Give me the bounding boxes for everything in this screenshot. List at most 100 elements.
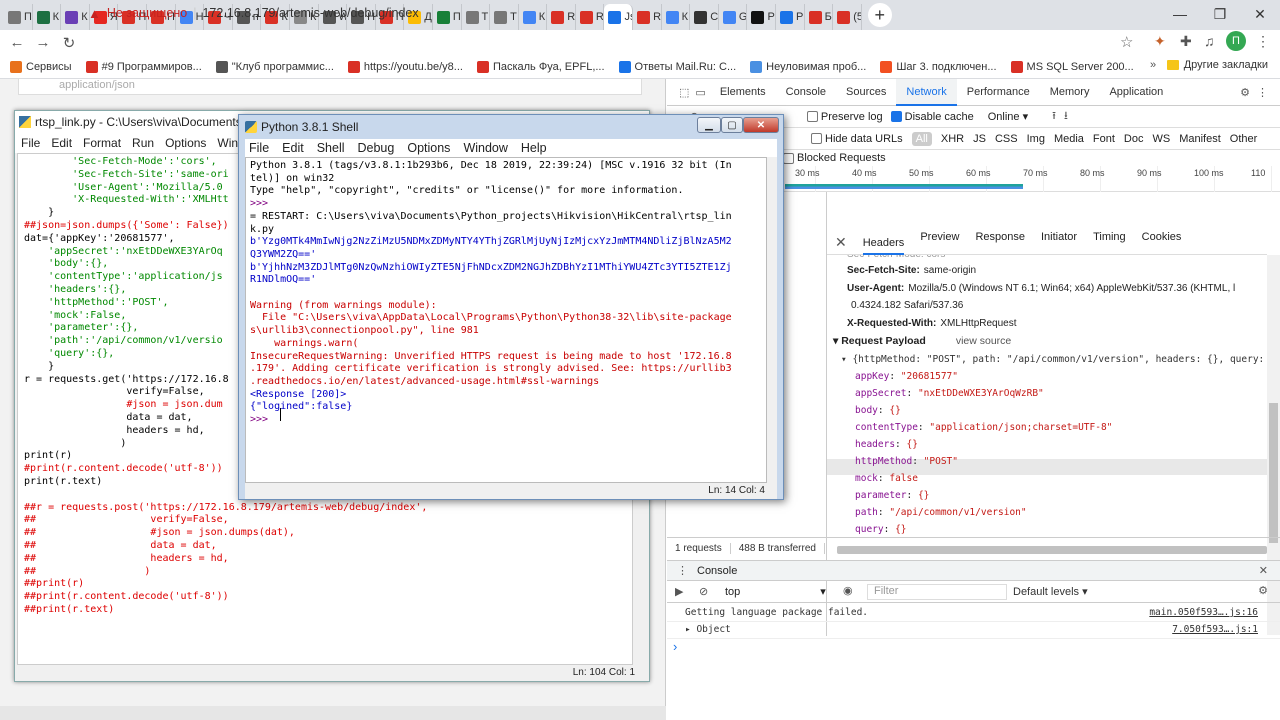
url-text[interactable]: 172.16.8.179/artemis-web/debug/index — [202, 6, 418, 20]
reload-icon[interactable]: ↻ — [56, 34, 82, 52]
device-toolbar-icon[interactable]: ▭ — [695, 86, 705, 99]
extensions-puzzle-icon[interactable]: ✚ — [1180, 33, 1192, 50]
header-row[interactable]: X-Requested-With: XMLHttpRequest — [847, 318, 1017, 329]
payload-row[interactable]: parameter: {} — [855, 490, 929, 501]
drawer-menu-icon[interactable]: ⋮ — [677, 564, 688, 577]
devtools-tab-performance[interactable]: Performance — [957, 79, 1040, 106]
context-select[interactable]: top ▾ — [725, 585, 826, 598]
address-bar[interactable]: ▲ Не защищено | 172.16.8.179/artemis-web… — [88, 2, 1142, 24]
shell-menu-debug[interactable]: Debug — [358, 141, 395, 155]
blocked-requests-checkbox[interactable]: Blocked Requests — [783, 152, 886, 164]
devtools-tab-network[interactable]: Network — [896, 78, 957, 106]
security-label[interactable]: Не защищено — [107, 6, 187, 20]
payload-summary[interactable]: ▾ {httpMethod: "POST", path: "/api/commo… — [841, 354, 1267, 365]
horizontal-scrollbar[interactable] — [837, 546, 1267, 554]
throttle-select[interactable]: Online ▾ — [988, 110, 1028, 123]
bookmark-item[interactable]: Шаг 3. подключен... — [880, 60, 997, 73]
close-drawer-icon[interactable]: ✕ — [1259, 564, 1268, 577]
editor-menu-edit[interactable]: Edit — [51, 136, 72, 150]
bookmarks-overflow-icon[interactable]: » — [1150, 59, 1156, 71]
payload-row[interactable]: mock: false — [855, 473, 918, 484]
bookmark-item[interactable]: Неуловимая проб... — [750, 60, 866, 73]
headers-scrollbar-thumb[interactable] — [1269, 403, 1278, 543]
close-button[interactable]: ✕ — [743, 117, 779, 133]
devtools-tab-console[interactable]: Console — [776, 79, 836, 106]
filter-type-css[interactable]: CSS — [995, 133, 1018, 145]
shell-output-area[interactable]: Python 3.8.1 (tags/v3.8.1:1b293b6, Dec 1… — [245, 157, 767, 483]
header-row[interactable]: Sec-Fetch-Site: same-origin — [847, 265, 976, 276]
browser-tab[interactable]: П — [4, 4, 33, 30]
payload-row[interactable]: path: "/api/common/v1/version" — [855, 507, 1027, 518]
payload-row[interactable]: appKey: "20681577" — [855, 371, 958, 382]
settings-gear-icon[interactable]: ⚙ — [1240, 86, 1250, 99]
shell-menu-window[interactable]: Window — [463, 141, 507, 155]
shell-scrollbar[interactable] — [767, 157, 777, 483]
payload-row[interactable]: contentType: "application/json;charset=U… — [855, 422, 1112, 433]
disable-cache-checkbox[interactable]: Disable cache — [890, 111, 974, 123]
media-control-icon[interactable]: ♫ — [1204, 33, 1215, 49]
hide-data-urls-checkbox[interactable]: Hide data URLs — [811, 133, 903, 145]
window-maximize-button[interactable]: ❐ — [1200, 2, 1240, 26]
bookmark-item[interactable]: Паскаль Фуа, EPFL,... — [476, 60, 605, 73]
payload-row[interactable]: body: {} — [855, 405, 901, 416]
devtools-tab-elements[interactable]: Elements — [710, 79, 776, 106]
editor-menu-win[interactable]: Win — [217, 136, 238, 150]
page-bottom-scrollbar[interactable] — [0, 706, 666, 720]
editor-menu-file[interactable]: File — [21, 136, 40, 150]
view-source-link[interactable]: view source — [956, 335, 1011, 347]
shell-menu-options[interactable]: Options — [407, 141, 450, 155]
filter-type-doc[interactable]: Doc — [1124, 133, 1144, 145]
console-message[interactable]: Getting language package failed. — [685, 607, 868, 618]
close-detail-icon[interactable]: ✕ — [835, 234, 847, 251]
console-tab-label[interactable]: Console — [697, 565, 737, 577]
payload-row[interactable]: query: {} — [855, 524, 907, 535]
bookmark-item[interactable]: "Клуб программис... — [215, 60, 334, 73]
devtools-tab-memory[interactable]: Memory — [1040, 79, 1100, 106]
bookmark-item[interactable]: Ответы Mail.Ru: С... — [618, 60, 736, 73]
window-minimize-button[interactable]: — — [1160, 2, 1200, 26]
preserve-log-checkbox[interactable]: Preserve log — [806, 111, 883, 123]
upload-icon[interactable]: ⭱ — [1052, 107, 1056, 126]
detail-tab-headers[interactable]: Headers — [862, 237, 905, 255]
devtools-tab-sources[interactable]: Sources — [836, 79, 896, 106]
devtools-tab-application[interactable]: Application — [1099, 79, 1173, 106]
detail-tab-initiator[interactable]: Initiator — [1041, 231, 1077, 255]
filter-type-font[interactable]: Font — [1093, 133, 1115, 145]
filter-type-js[interactable]: JS — [973, 133, 986, 145]
filter-type-media[interactable]: Media — [1054, 133, 1084, 145]
minimize-button[interactable]: ▁ — [697, 117, 721, 133]
browser-tab[interactable]: К — [33, 4, 62, 30]
filter-type-manifest[interactable]: Manifest — [1179, 133, 1221, 145]
bookmark-item[interactable]: MS SQL Server 200... — [1010, 60, 1134, 73]
console-prompt[interactable]: › — [673, 639, 677, 654]
shell-menu-shell[interactable]: Shell — [317, 141, 345, 155]
console-message[interactable]: ▸ Object — [685, 624, 731, 635]
download-icon[interactable]: ⭳ — [1064, 107, 1068, 126]
bookmark-item[interactable]: https://youtu.be/y8... — [347, 60, 463, 73]
levels-select[interactable]: Default levels ▾ — [1013, 585, 1088, 598]
back-arrow-icon[interactable]: ← — [4, 34, 30, 51]
bookmark-item[interactable]: Сервисы — [10, 60, 72, 73]
eye-icon[interactable]: ◉ — [843, 584, 853, 597]
inspect-element-icon[interactable]: ⬚ — [679, 86, 689, 99]
detail-tab-preview[interactable]: Preview — [920, 231, 959, 255]
filter-type-xhr[interactable]: XHR — [941, 133, 964, 145]
devtools-menu-icon[interactable]: ⋮ — [1257, 86, 1268, 99]
detail-tab-timing[interactable]: Timing — [1093, 231, 1126, 255]
bookmark-item[interactable]: #9 Программиров... — [85, 60, 202, 73]
editor-menu-format[interactable]: Format — [83, 136, 121, 150]
shell-title-bar[interactable]: Python 3.8.1 Shell ▁ ▢ ✕ — [239, 115, 783, 139]
filter-type-img[interactable]: Img — [1027, 133, 1045, 145]
window-close-button[interactable]: ✕ — [1240, 2, 1280, 26]
other-bookmarks[interactable]: Другие закладки — [1166, 59, 1268, 71]
clear-console-icon[interactable]: ⊘ — [699, 585, 708, 598]
payload-row[interactable]: headers: {} — [855, 439, 918, 450]
browser-tab[interactable]: К — [61, 4, 90, 30]
editor-menu-run[interactable]: Run — [132, 136, 154, 150]
header-row[interactable]: 0.4324.182 Safari/537.36 — [847, 300, 963, 311]
filter-type-ws[interactable]: WS — [1152, 133, 1170, 145]
maximize-button[interactable]: ▢ — [721, 117, 743, 133]
console-source-link[interactable]: main.050f593….js:16 — [1149, 607, 1258, 618]
console-sidebar-icon[interactable]: ▶ — [675, 585, 683, 598]
filter-all-button[interactable]: All — [911, 131, 932, 146]
